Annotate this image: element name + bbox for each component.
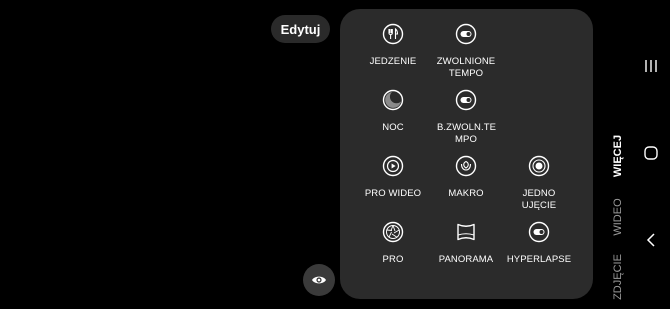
mode-pro-video[interactable]: PRO WIDEO <box>356 155 430 200</box>
mode-pro[interactable]: PRO <box>356 221 430 266</box>
slow-motion-icon <box>455 23 477 45</box>
mode-label: NOC <box>382 122 404 133</box>
single-take-icon <box>528 155 550 177</box>
mode-label: PRO WIDEO <box>364 188 422 199</box>
mode-super-slow-motion[interactable]: B.ZWOLN.TE MPO <box>429 89 503 146</box>
edit-button[interactable]: Edytuj <box>271 15 330 43</box>
mode-label: MAKRO <box>448 188 484 199</box>
mode-single-take[interactable]: JEDNO UJĘCIE <box>502 155 576 212</box>
tab-photo[interactable]: ZDJĘCIE <box>612 249 624 305</box>
mode-macro[interactable]: MAKRO <box>429 155 503 200</box>
mode-label: PANORAMA <box>438 254 494 265</box>
pro-video-icon <box>382 155 404 177</box>
super-slow-motion-icon <box>455 89 477 111</box>
mode-night[interactable]: NOC <box>356 89 430 134</box>
mode-slow-motion[interactable]: ZWOLNIONE TEMPO <box>429 23 503 80</box>
flower-icon <box>455 155 477 177</box>
panorama-icon <box>457 223 475 241</box>
tab-more[interactable]: WIĘCEJ <box>612 130 624 182</box>
visibility-toggle-button[interactable] <box>303 264 335 296</box>
aperture-icon <box>382 221 404 243</box>
mode-label: B.ZWOLN.TE MPO <box>437 122 497 145</box>
mode-hyperlapse[interactable]: HYPERLAPSE <box>502 221 576 266</box>
eye-icon <box>312 276 326 284</box>
mode-label: HYPERLAPSE <box>506 254 572 265</box>
mode-label: ZWOLNIONE TEMPO <box>436 56 496 79</box>
back-icon[interactable] <box>643 232 659 248</box>
mode-label: PRO <box>382 254 404 265</box>
mode-label: JEDNO UJĘCIE <box>521 188 557 211</box>
fork-knife-icon <box>382 23 404 45</box>
more-modes-panel: JEDZENIE ZWOLNIONE TEMPO NOC B.ZWOLN.TE … <box>340 9 593 299</box>
mode-panorama[interactable]: PANORAMA <box>429 221 503 266</box>
hyperlapse-icon <box>528 221 550 243</box>
tab-video[interactable]: WIDEO <box>612 196 624 238</box>
home-icon[interactable] <box>643 145 659 161</box>
recent-apps-icon[interactable] <box>643 58 659 74</box>
moon-icon <box>382 89 404 111</box>
mode-label: JEDZENIE <box>369 56 417 67</box>
mode-food[interactable]: JEDZENIE <box>356 23 430 68</box>
